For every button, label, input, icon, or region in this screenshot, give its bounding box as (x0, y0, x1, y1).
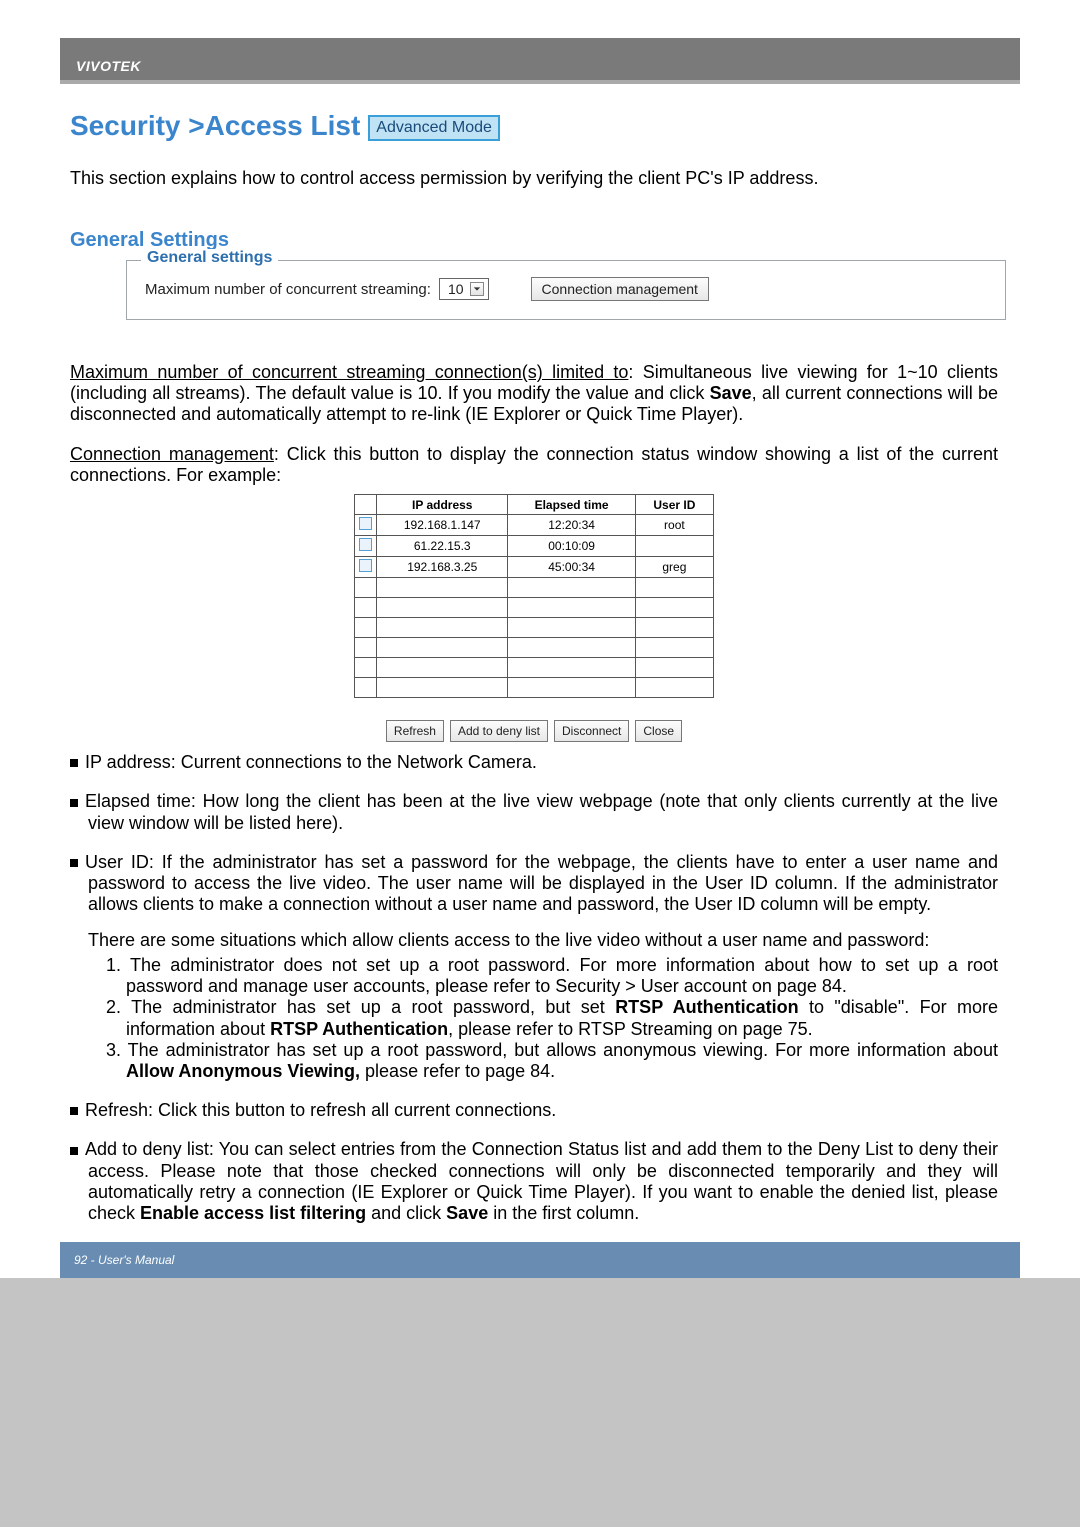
header-band: VIVOTEK (60, 38, 1020, 84)
list-item: 1. The administrator does not set up a r… (106, 955, 998, 997)
situations-list: 1. The administrator does not set up a r… (70, 955, 998, 1082)
table-row (355, 598, 714, 618)
general-settings-legend: General settings (141, 249, 278, 267)
bullet-icon (70, 759, 78, 767)
row-checkbox[interactable] (359, 517, 372, 530)
bullet-icon (70, 799, 78, 807)
th-ip: IP address (377, 495, 508, 515)
para-max: Maximum number of concurrent streaming c… (70, 362, 998, 426)
th-userid: User ID (635, 495, 713, 515)
checkbox-header (355, 495, 377, 515)
footer-band: 92 - User's Manual (60, 1242, 1020, 1278)
cell-ip: 192.168.3.25 (377, 557, 508, 578)
max-streaming-value: 10 (448, 281, 464, 297)
bullet-elapsed: Elapsed time: How long the client has be… (70, 791, 998, 833)
connection-buttons: Refresh Add to deny list Disconnect Clos… (354, 720, 714, 742)
footer-text: 92 - User's Manual (74, 1253, 174, 1267)
table-row: 192.168.3.25 45:00:34 greg (355, 557, 714, 578)
bullet-add-deny: Add to deny list: You can select entries… (70, 1139, 998, 1224)
connection-table-wrap: IP address Elapsed time User ID 192.168.… (70, 494, 998, 742)
cell-user: root (635, 515, 713, 536)
table-row (355, 578, 714, 598)
row-checkbox[interactable] (359, 559, 372, 572)
cell-user: greg (635, 557, 713, 578)
intro-text: This section explains how to control acc… (70, 168, 998, 189)
cell-ip: 61.22.15.3 (377, 536, 508, 557)
table-row (355, 638, 714, 658)
table-row (355, 678, 714, 698)
close-button[interactable]: Close (635, 720, 682, 742)
general-settings-fieldset: General settings Maximum number of concu… (126, 260, 1006, 320)
refresh-button[interactable]: Refresh (386, 720, 444, 742)
advanced-mode-badge: Advanced Mode (368, 115, 500, 141)
add-to-deny-list-button[interactable]: Add to deny list (450, 720, 548, 742)
table-row: 61.22.15.3 00:10:09 (355, 536, 714, 557)
cell-elapsed: 00:10:09 (508, 536, 635, 557)
para-conn-lead: Connection management (70, 444, 274, 464)
cell-elapsed: 45:00:34 (508, 557, 635, 578)
cell-elapsed: 12:20:34 (508, 515, 635, 536)
list-item: 3. The administrator has set up a root p… (106, 1040, 998, 1082)
connection-table: IP address Elapsed time User ID 192.168.… (354, 494, 714, 698)
content: Security > Access List Advanced Mode Thi… (60, 84, 1008, 1224)
situations-lead: There are some situations which allow cl… (70, 930, 998, 951)
bullet-icon (70, 859, 78, 867)
connection-management-button[interactable]: Connection management (531, 277, 709, 301)
brand: VIVOTEK (76, 58, 141, 74)
para-max-lead: Maximum number of concurrent streaming c… (70, 362, 628, 382)
cell-user (635, 536, 713, 557)
max-streaming-select[interactable]: 10 (439, 278, 489, 300)
table-header-row: IP address Elapsed time User ID (355, 495, 714, 515)
page-title-row: Security > Access List Advanced Mode (70, 110, 998, 144)
list-item: 2. The administrator has set up a root p… (106, 997, 998, 1039)
page-title-accesslist: Access List (205, 110, 361, 142)
table-row (355, 658, 714, 678)
bullet-userid: User ID: If the administrator has set a … (70, 852, 998, 916)
row-checkbox[interactable] (359, 538, 372, 551)
bullet-icon (70, 1147, 78, 1155)
para-conn: Connection management: Click this button… (70, 444, 998, 486)
para-max-save: Save (710, 383, 752, 403)
bullet-refresh: Refresh: Click this button to refresh al… (70, 1100, 998, 1121)
disconnect-button[interactable]: Disconnect (554, 720, 629, 742)
th-elapsed: Elapsed time (508, 495, 635, 515)
table-row (355, 618, 714, 638)
max-streaming-label: Maximum number of concurrent streaming: (145, 281, 431, 298)
chevron-down-icon (470, 282, 484, 296)
table-row: 192.168.1.147 12:20:34 root (355, 515, 714, 536)
bullet-ip: IP address: Current connections to the N… (70, 752, 998, 773)
bullet-icon (70, 1107, 78, 1115)
page-title-security: Security > (70, 110, 205, 142)
cell-ip: 192.168.1.147 (377, 515, 508, 536)
